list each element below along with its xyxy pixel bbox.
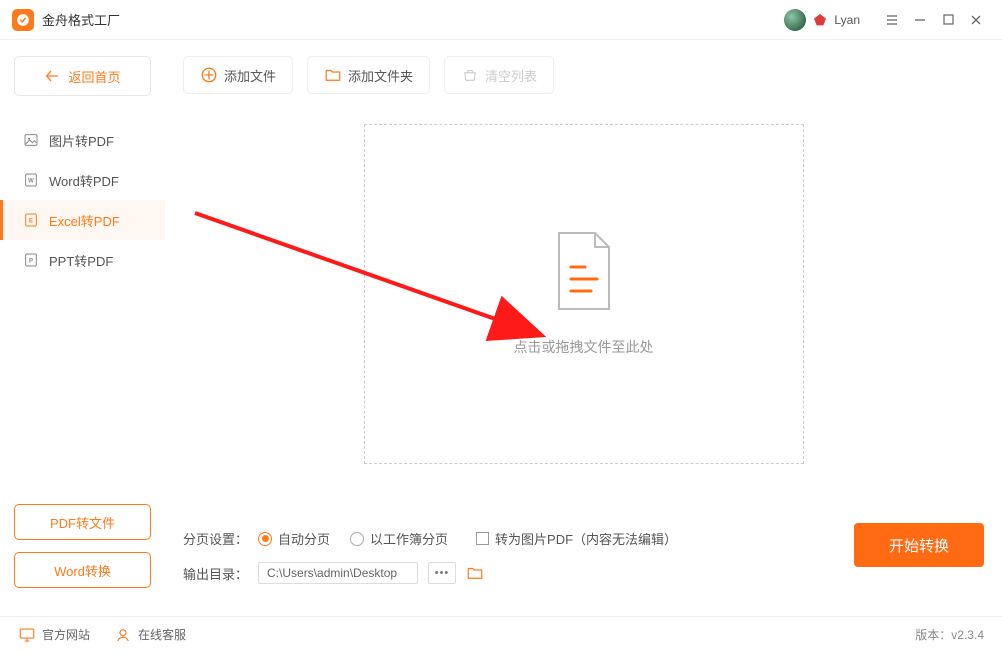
vip-icon — [812, 11, 830, 29]
maximize-button[interactable] — [934, 6, 962, 34]
add-file-label: 添加文件 — [224, 66, 276, 85]
clear-list-label: 清空列表 — [485, 66, 537, 85]
word-convert-button[interactable]: Word转换 — [14, 552, 151, 588]
monitor-icon — [18, 626, 36, 644]
add-file-button[interactable]: 添加文件 — [183, 56, 293, 94]
plus-circle-icon — [200, 66, 218, 84]
back-home-label: 返回首页 — [68, 67, 120, 86]
minimize-button[interactable] — [906, 6, 934, 34]
paging-label: 分页设置： — [183, 529, 248, 548]
checkbox-icon — [476, 532, 489, 545]
word-icon: W — [23, 172, 39, 188]
word-convert-label: Word转换 — [54, 561, 111, 580]
clear-list-button[interactable]: 清空列表 — [444, 56, 554, 94]
browse-button[interactable]: ••• — [428, 562, 456, 584]
basket-icon — [461, 66, 479, 84]
content-area: 添加文件 添加文件夹 清空列表 点击或拖拽文件至此处 — [165, 40, 1002, 616]
official-site-label: 官方网站 — [42, 626, 90, 643]
sidebar-item-label: Excel转PDF — [49, 211, 120, 230]
headset-icon — [114, 626, 132, 644]
customer-service-label: 在线客服 — [138, 626, 186, 643]
sidebar-item-ppt-to-pdf[interactable]: P PPT转PDF — [0, 240, 165, 280]
toolbar: 添加文件 添加文件夹 清空列表 — [183, 56, 984, 94]
footer: 官方网站 在线客服 版本：v2.3.4 — [0, 616, 1002, 652]
dropzone-text: 点击或拖拽文件至此处 — [514, 337, 654, 357]
sidebar-item-image-to-pdf[interactable]: 图片转PDF — [0, 120, 165, 160]
close-button[interactable] — [962, 6, 990, 34]
radio-sheet-label: 以工作簿分页 — [370, 529, 448, 548]
pdf-to-file-label: PDF转文件 — [50, 513, 115, 532]
add-folder-label: 添加文件夹 — [348, 66, 413, 85]
pdf-to-file-button[interactable]: PDF转文件 — [14, 504, 151, 540]
radio-auto-paging[interactable]: 自动分页 — [258, 529, 330, 548]
sidebar-item-label: Word转PDF — [49, 171, 119, 190]
menu-button[interactable] — [878, 6, 906, 34]
excel-icon: E — [23, 212, 39, 228]
back-home-button[interactable]: 返回首页 — [14, 56, 151, 96]
titlebar: 金舟格式工厂 Lyan — [0, 0, 1002, 40]
sidebar-item-word-to-pdf[interactable]: W Word转PDF — [0, 160, 165, 200]
app-logo-icon — [12, 9, 34, 31]
document-icon — [549, 231, 619, 313]
start-convert-button[interactable]: 开始转换 — [854, 523, 984, 567]
svg-text:P: P — [29, 259, 33, 265]
radio-icon — [258, 532, 272, 546]
settings-panel: 分页设置： 自动分页 以工作簿分页 转为图片PDF（内容无法编辑） 输出目录： … — [183, 515, 984, 616]
svg-text:W: W — [28, 179, 34, 185]
add-folder-button[interactable]: 添加文件夹 — [307, 56, 430, 94]
version-text: 版本：v2.3.4 — [915, 626, 984, 643]
radio-auto-label: 自动分页 — [278, 529, 330, 548]
official-site-link[interactable]: 官方网站 — [18, 626, 90, 644]
folder-open-icon — [466, 564, 484, 582]
sidebar-item-label: 图片转PDF — [49, 131, 114, 150]
ppt-icon: P — [23, 252, 39, 268]
image-pdf-checkbox[interactable]: 转为图片PDF（内容无法编辑） — [476, 529, 677, 548]
dropzone[interactable]: 点击或拖拽文件至此处 — [364, 124, 804, 464]
sidebar: 返回首页 图片转PDF W Word转PDF E Excel转PDF P PPT… — [0, 40, 165, 616]
svg-text:E: E — [29, 219, 33, 225]
back-arrow-icon — [44, 68, 60, 84]
user-avatar[interactable] — [784, 9, 806, 31]
image-icon — [23, 132, 39, 148]
sidebar-item-label: PPT转PDF — [49, 251, 113, 270]
customer-service-link[interactable]: 在线客服 — [114, 626, 186, 644]
start-convert-label: 开始转换 — [889, 535, 949, 556]
output-dir-label: 输出目录： — [183, 564, 248, 583]
image-pdf-label: 转为图片PDF（内容无法编辑） — [495, 529, 677, 548]
output-path-field[interactable]: C:\Users\admin\Desktop — [258, 562, 418, 584]
radio-sheet-paging[interactable]: 以工作簿分页 — [350, 529, 448, 548]
open-folder-button[interactable] — [466, 564, 484, 582]
radio-icon — [350, 532, 364, 546]
username[interactable]: Lyan — [834, 13, 860, 27]
sidebar-item-excel-to-pdf[interactable]: E Excel转PDF — [0, 200, 165, 240]
folder-icon — [324, 66, 342, 84]
app-title: 金舟格式工厂 — [42, 10, 120, 29]
